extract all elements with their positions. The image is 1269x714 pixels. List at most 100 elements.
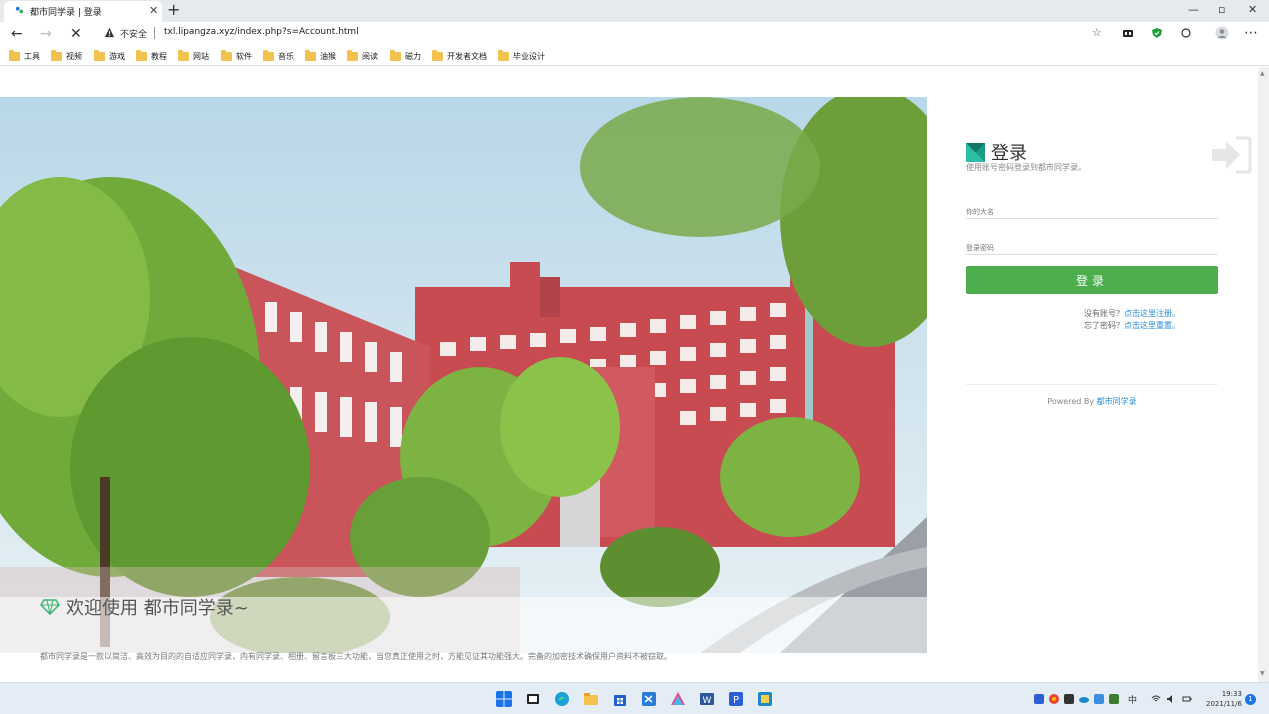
notification-badge[interactable]: 1 (1245, 694, 1256, 705)
bookmark-folder-music[interactable]: 音乐 (263, 49, 294, 63)
powered-by: Powered By 都市同学录 (966, 396, 1218, 407)
toolbar: ← → ✕ 不安全 txl.lipangza.xyz/index.php?s=A… (0, 22, 1269, 46)
bookmark-folder-graduation[interactable]: 毕业设计 (498, 49, 545, 63)
folder-icon (305, 49, 316, 61)
tray-app-icon[interactable] (1064, 694, 1074, 704)
photos-app-icon[interactable] (670, 691, 686, 707)
extension-icon[interactable] (1122, 27, 1134, 39)
battery-icon[interactable] (1182, 694, 1192, 704)
window-close-icon[interactable]: ✕ (1248, 3, 1257, 17)
bookmark-folder-software[interactable]: 软件 (221, 49, 252, 63)
sign-in-arrow-icon (1212, 136, 1252, 174)
tray-cloud-icon[interactable] (1079, 694, 1089, 704)
folder-icon (390, 49, 401, 61)
site-logo-icon (966, 142, 985, 162)
clock-date: 2021/11/6 (1206, 700, 1242, 708)
bookmark-folder-video[interactable]: 视频 (51, 49, 82, 63)
folder-icon (136, 49, 147, 61)
folder-icon (51, 49, 62, 61)
bookmark-folder-games[interactable]: 游戏 (94, 49, 125, 63)
register-link[interactable]: 点击这里注册。 (1124, 309, 1180, 318)
ime-indicator[interactable]: 中 (1128, 693, 1137, 706)
tray-window-icon[interactable] (1094, 694, 1104, 704)
bookmark-folder-devdocs[interactable]: 开发者文档 (432, 49, 487, 63)
file-explorer-icon[interactable] (583, 691, 599, 707)
tab-close-icon[interactable]: ✕ (149, 4, 158, 18)
folder-icon (347, 49, 358, 61)
register-row: 没有账号？点击这里注册。 (1046, 308, 1218, 320)
pinned-app-icon[interactable] (757, 691, 773, 707)
wifi-icon[interactable] (1151, 694, 1161, 704)
tab-active[interactable]: 都市同学录 | 登录 ✕ (4, 1, 162, 22)
bookmarks-bar: 工具 视频 游戏 教程 网站 软件 音乐 油猴 阅读 磁力 开发者文档 毕业设计 (0, 46, 1269, 66)
minimize-icon[interactable]: — (1188, 3, 1199, 17)
no-account-text: 没有账号？ (1084, 309, 1124, 318)
page-scrollbar[interactable]: ▲ ▼ (1258, 67, 1269, 682)
restore-icon[interactable]: ▫ (1218, 3, 1225, 17)
svg-text:P: P (733, 695, 739, 706)
bookmark-folder-tutorials[interactable]: 教程 (136, 49, 167, 63)
account-help-links: 没有账号？点击这里注册。 忘了密码？点击这里重置。 (966, 308, 1218, 332)
login-subtitle: 使用账号密码登录到都市同学录。 (966, 163, 1086, 172)
volume-icon[interactable] (1166, 694, 1176, 704)
favorite-star-icon[interactable]: ☆ (1092, 26, 1102, 39)
name-field (966, 199, 1218, 221)
not-secure-label[interactable]: 不安全 (120, 27, 147, 40)
folder-icon (263, 49, 274, 61)
campus-hero-image (0, 97, 927, 653)
url-text[interactable]: txl.lipangza.xyz/index.php?s=Account.htm… (164, 27, 359, 37)
clock-time: 19:33 (1221, 690, 1242, 698)
bookmark-folder-websites[interactable]: 网站 (178, 49, 209, 63)
start-menu-icon[interactable] (496, 691, 512, 707)
task-view-icon[interactable] (525, 691, 541, 707)
new-tab-button[interactable]: + (167, 1, 180, 19)
shield-icon[interactable] (1151, 27, 1163, 39)
stop-loading-icon[interactable]: ✕ (70, 26, 82, 42)
site-description: 都市同学录是一款以简洁、高效为目的的自适应同学录，内有同学录、相册、留言板三大功… (40, 652, 672, 661)
diamond-icon (40, 599, 60, 615)
scroll-down-icon[interactable]: ▼ (1260, 670, 1265, 677)
warning-icon (104, 27, 115, 38)
address-bar[interactable]: 不安全 txl.lipangza.xyz/index.php?s=Account… (96, 23, 1112, 45)
windows-taskbar: W P 中 19:33 2021/11/6 1 (0, 682, 1269, 714)
reset-row: 忘了密码？点击这里重置。 (1046, 320, 1218, 332)
bookmark-folder-tools[interactable]: 工具 (9, 49, 40, 63)
bookmark-folder-magnet[interactable]: 磁力 (390, 49, 421, 63)
name-input[interactable] (966, 203, 1218, 221)
welcome-text: 欢迎使用 都市同学录~ (66, 598, 249, 619)
welcome-heading: 欢迎使用 都市同学录~ (40, 594, 249, 620)
password-input[interactable] (966, 239, 1218, 257)
bookmark-folder-userscripts[interactable]: 油猴 (305, 49, 336, 63)
folder-icon (221, 49, 232, 61)
reset-password-link[interactable]: 点击这里重置。 (1124, 321, 1180, 330)
p-app-icon[interactable]: P (728, 691, 744, 707)
more-menu-icon[interactable]: ⋯ (1244, 25, 1258, 41)
folder-icon (9, 49, 20, 61)
site-favicon-icon (15, 6, 24, 14)
tray-p-icon[interactable] (1034, 694, 1044, 704)
store-icon[interactable] (612, 691, 628, 707)
refresh-extension-icon[interactable] (1180, 27, 1192, 39)
vscode-icon[interactable] (641, 691, 657, 707)
address-separator (154, 27, 155, 39)
folder-icon (432, 49, 443, 61)
login-button[interactable]: 登录 (966, 266, 1218, 294)
powered-by-link[interactable]: 都市同学录 (1097, 397, 1137, 406)
edge-browser-icon[interactable] (554, 691, 570, 707)
scroll-up-icon[interactable]: ▲ (1260, 70, 1265, 77)
word-icon[interactable]: W (699, 691, 715, 707)
bookmark-folder-reading[interactable]: 阅读 (347, 49, 378, 63)
password-field (966, 235, 1218, 257)
folder-icon (498, 49, 509, 61)
profile-avatar-icon[interactable] (1215, 26, 1229, 40)
forward-icon[interactable]: → (40, 26, 52, 42)
back-icon[interactable]: ← (11, 26, 23, 42)
tray-green-icon[interactable] (1109, 694, 1119, 704)
svg-text:W: W (703, 696, 712, 706)
folder-icon (94, 49, 105, 61)
footer-divider (966, 384, 1218, 385)
forgot-password-text: 忘了密码？ (1084, 321, 1124, 330)
powered-by-text: Powered By (1047, 397, 1095, 406)
tray-chrome-icon[interactable] (1049, 694, 1059, 704)
system-clock[interactable]: 19:33 2021/11/6 (1206, 689, 1242, 709)
